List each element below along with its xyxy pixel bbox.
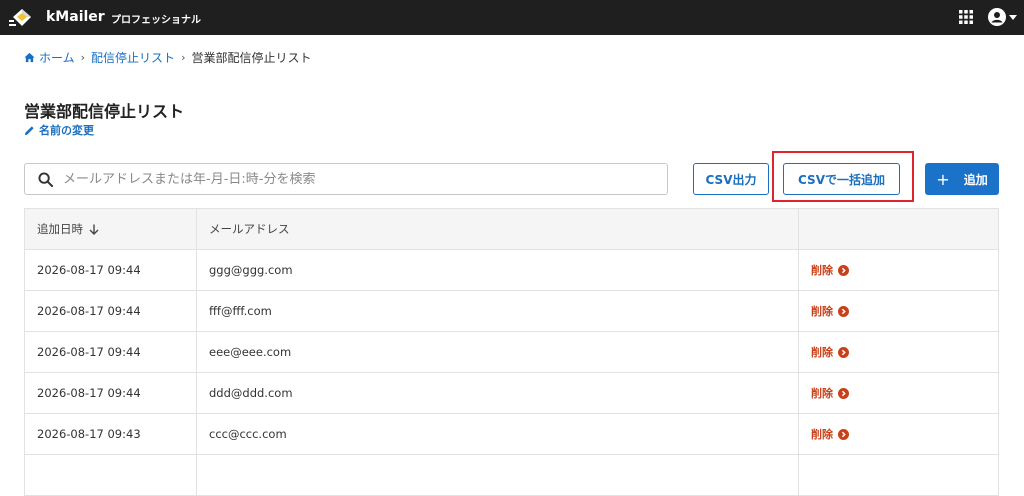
table-row [25, 455, 998, 496]
delete-link-label: 削除 [811, 264, 833, 277]
pencil-icon [24, 125, 34, 135]
delete-link-label: 削除 [811, 428, 833, 441]
action-cell [799, 455, 998, 495]
add-button-label: 追加 [963, 172, 988, 187]
added-at-cell: 2026-08-17 09:44 [25, 332, 197, 372]
email-cell: eee@eee.com [197, 332, 799, 372]
added-at-cell: 2026-08-17 09:44 [25, 373, 197, 413]
email-cell [197, 455, 799, 495]
rename-link[interactable]: 名前の変更 [24, 122, 94, 138]
table-row: 2026-08-17 09:44 ddd@ddd.com 削除 [25, 373, 998, 414]
table-row: 2026-08-17 09:44 fff@fff.com 削除 [25, 291, 998, 332]
chevron-right-circle-icon [838, 387, 849, 399]
kmailer-logo-icon[interactable] [9, 6, 33, 30]
breadcrumb-current: 営業部配信停止リスト [191, 51, 312, 65]
breadcrumb: ホーム › 配信停止リスト › 営業部配信停止リスト [24, 49, 311, 66]
column-header-actions [799, 209, 998, 249]
chevron-right-circle-icon [838, 264, 849, 276]
delete-link[interactable]: 削除 [811, 262, 849, 278]
email-cell: ggg@ggg.com [197, 250, 799, 290]
csv-export-button[interactable]: CSV出力 [693, 163, 769, 195]
search-icon [38, 171, 53, 187]
page-title: 営業部配信停止リスト [24, 102, 185, 121]
table-row: 2026-08-17 09:44 ggg@ggg.com 削除 [25, 250, 998, 291]
delete-link-label: 削除 [811, 346, 833, 359]
added-at-cell [25, 455, 197, 495]
delete-link[interactable]: 削除 [811, 426, 849, 442]
delete-link-label: 削除 [811, 387, 833, 400]
home-icon[interactable] [24, 52, 35, 63]
apps-grid-icon[interactable] [959, 10, 973, 24]
top-navbar: kMailer プロフェッショナル [0, 0, 1024, 35]
column-header-label: 追加日時 [37, 222, 83, 236]
user-circle-icon[interactable] [988, 8, 1006, 26]
column-header-added-at[interactable]: 追加日時 [25, 209, 197, 249]
arrow-down-icon [89, 224, 99, 235]
unsubscribe-table: 追加日時 メールアドレス 2026-08-17 09:44 ggg@ggg.com… [24, 208, 999, 496]
csv-bulk-add-button[interactable]: CSVで一括追加 [783, 163, 900, 195]
breadcrumb-parent-link[interactable]: 配信停止リスト [91, 49, 175, 66]
delete-link[interactable]: 削除 [811, 303, 849, 319]
column-header-email: メールアドレス [197, 209, 799, 249]
chevron-down-icon[interactable] [1009, 15, 1017, 20]
table-row: 2026-08-17 09:43 ccc@ccc.com 削除 [25, 414, 998, 455]
added-at-cell: 2026-08-17 09:44 [25, 250, 197, 290]
chevron-right-circle-icon [838, 346, 849, 358]
chevron-right-circle-icon [838, 428, 849, 440]
search-input[interactable] [63, 171, 643, 187]
action-cell: 削除 [799, 332, 998, 372]
email-cell: ddd@ddd.com [197, 373, 799, 413]
plan-label: プロフェッショナル [111, 15, 201, 26]
action-cell: 削除 [799, 291, 998, 331]
add-button[interactable]: + 追加 [925, 163, 999, 195]
added-at-cell: 2026-08-17 09:43 [25, 414, 197, 454]
delete-link[interactable]: 削除 [811, 344, 849, 360]
search-box[interactable] [24, 163, 668, 195]
added-at-cell: 2026-08-17 09:44 [25, 291, 197, 331]
action-cell: 削除 [799, 250, 998, 290]
brand-name[interactable]: kMailer [46, 9, 105, 25]
plus-icon: + [936, 169, 950, 189]
breadcrumb-separator-icon: › [80, 51, 86, 64]
delete-link[interactable]: 削除 [811, 385, 849, 401]
table-header-row: 追加日時 メールアドレス [25, 209, 998, 250]
email-cell: fff@fff.com [197, 291, 799, 331]
action-cell: 削除 [799, 414, 998, 454]
action-cell: 削除 [799, 373, 998, 413]
breadcrumb-separator-icon: › [181, 51, 186, 64]
email-cell: ccc@ccc.com [197, 414, 799, 454]
rename-link-label: 名前の変更 [39, 124, 94, 137]
table-row: 2026-08-17 09:44 eee@eee.com 削除 [25, 332, 998, 373]
chevron-right-circle-icon [838, 305, 849, 317]
delete-link-label: 削除 [811, 305, 833, 318]
breadcrumb-home-link[interactable]: ホーム [39, 49, 75, 66]
